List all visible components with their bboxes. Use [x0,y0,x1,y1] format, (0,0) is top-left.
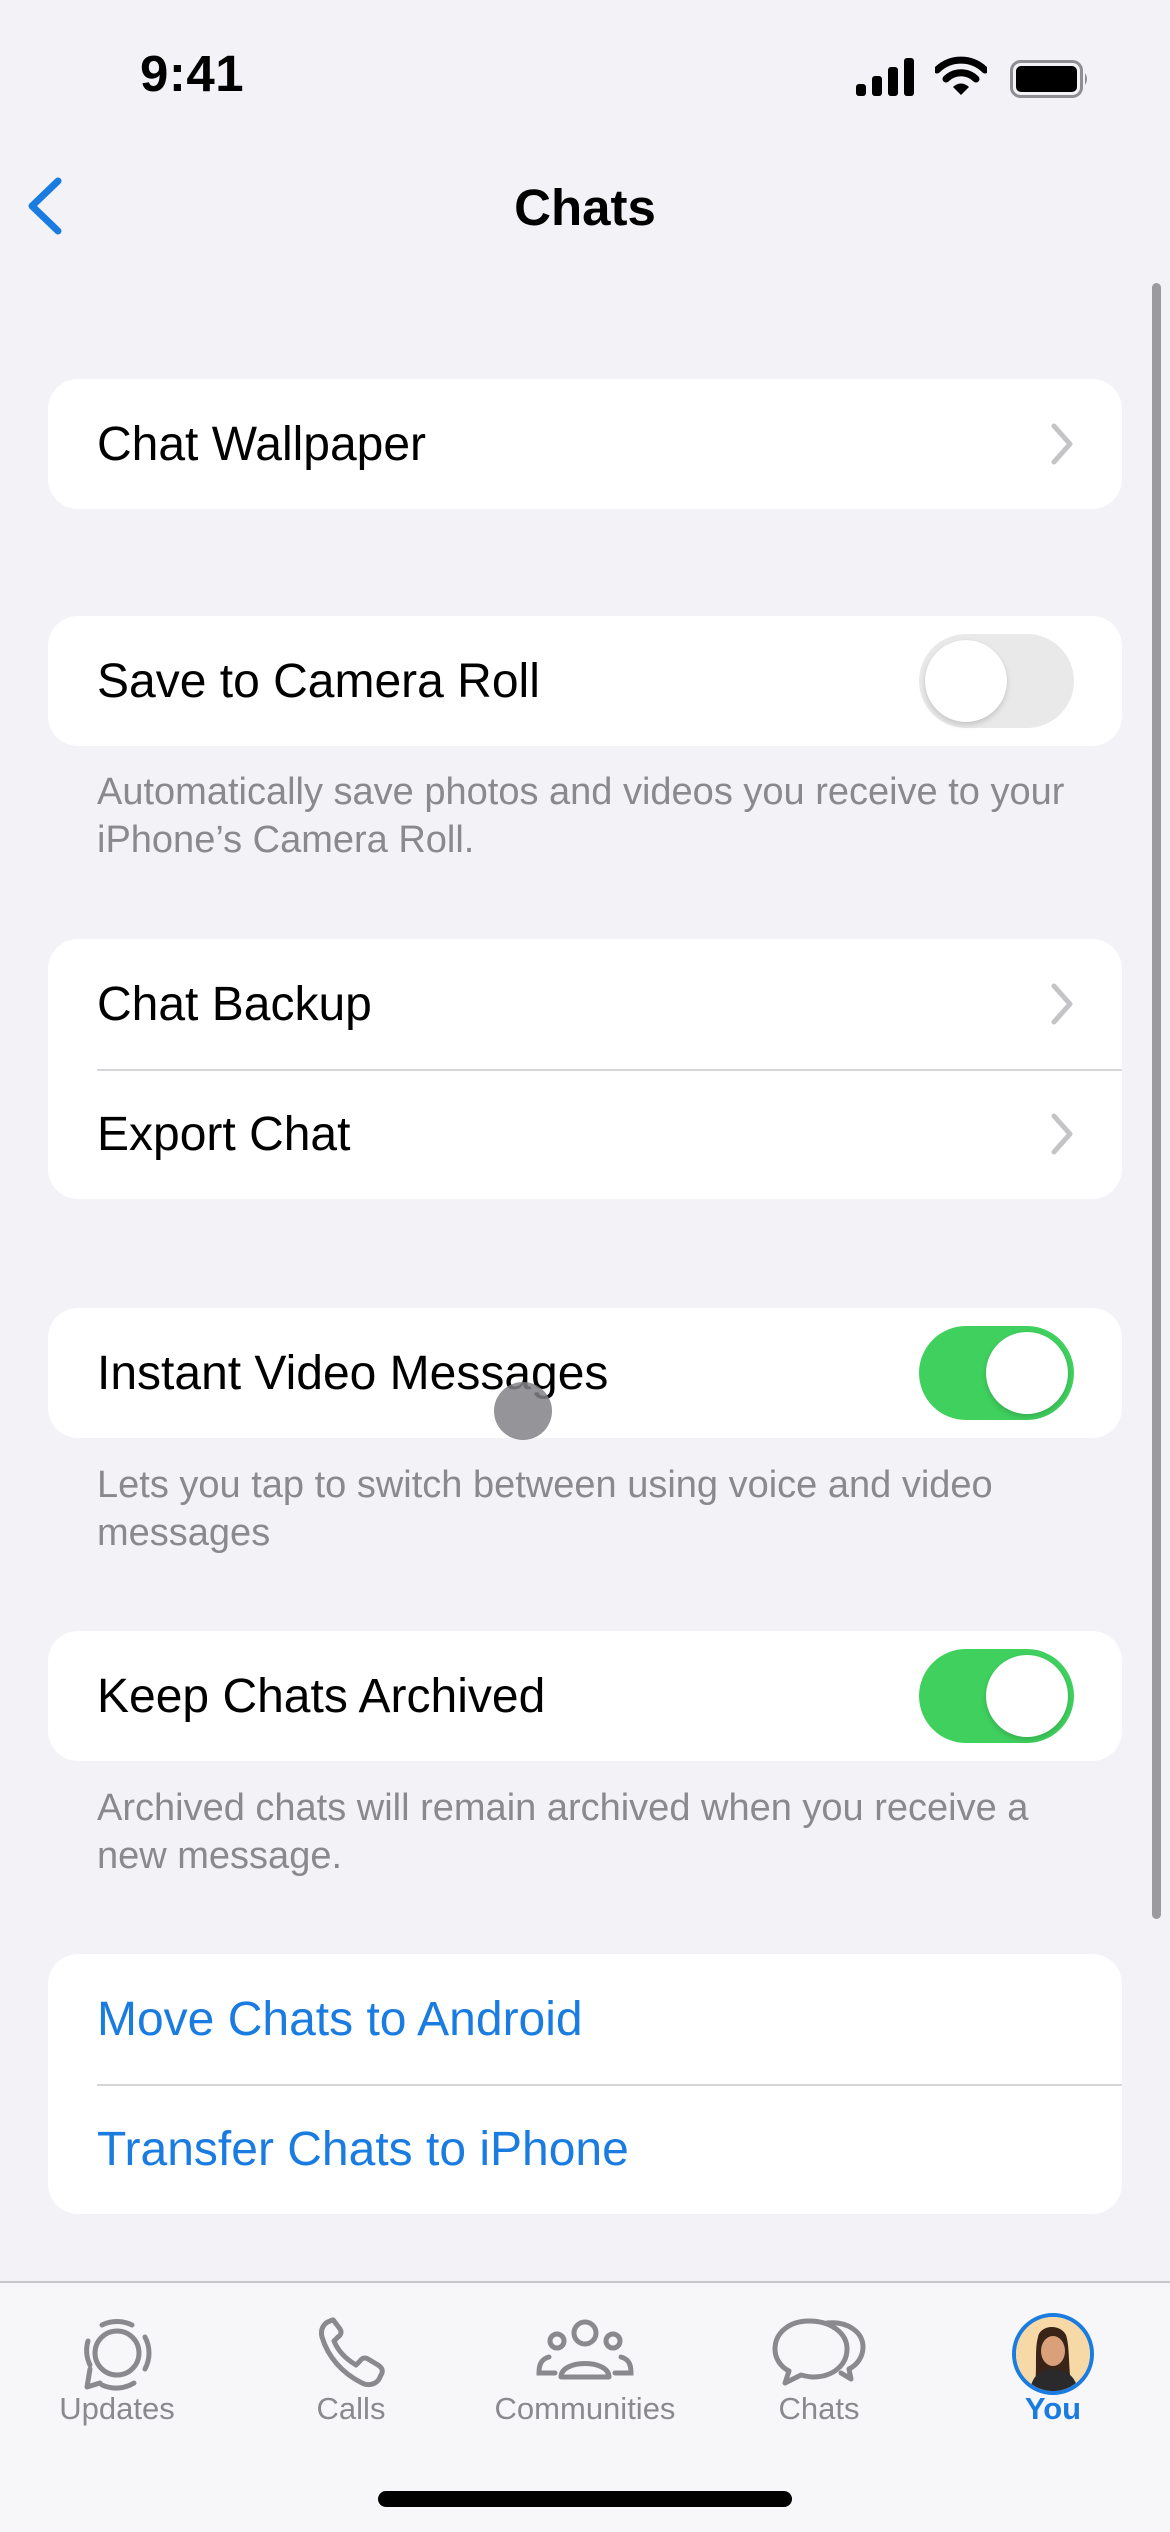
status-time: 9:41 [140,45,245,102]
communities-icon [536,2319,634,2380]
camera-roll-footer: Automatically save photos and videos you… [97,771,1065,861]
instant-video-footer: Lets you tap to switch between using voi… [97,1464,993,1554]
battery-icon [1010,60,1087,98]
tab-you-label: You [1024,2391,1082,2426]
export-chat-label: Export Chat [97,1107,351,1161]
tab-updates[interactable]: Updates [0,2283,234,2433]
toggle-knob [925,640,1007,722]
chevron-right-icon [1051,983,1073,1025]
tab-calls-label: Calls [316,2391,386,2426]
updates-icon [84,2319,152,2391]
page-title: Chats [514,179,656,236]
instant-video-messages-toggle[interactable] [919,1326,1074,1420]
chat-backup-label: Chat Backup [97,977,372,1031]
keep-archived-card: Keep Chats Archived [48,1631,1122,1761]
backup-card: Chat Backup Export Chat [48,939,1122,1199]
camera-roll-card: Save to Camera Roll [48,616,1122,746]
keep-archived-footer: Archived chats will remain archived when… [97,1787,1029,1877]
keep-chats-archived-row: Keep Chats Archived [48,1631,1122,1761]
transfer-chats-to-iphone-link[interactable]: Transfer Chats to iPhone [97,2122,629,2177]
chevron-right-icon [1051,1113,1073,1155]
tab-calls[interactable]: Calls [234,2283,468,2433]
save-to-camera-roll-label: Save to Camera Roll [97,654,540,708]
transfer-chats-to-iphone-row[interactable]: Transfer Chats to iPhone [48,2084,1122,2214]
avatar-image [1016,2317,1090,2391]
wifi-icon [935,56,987,95]
toggle-knob [986,1655,1068,1737]
chat-backup-row[interactable]: Chat Backup [48,939,1122,1069]
toggle-knob [986,1332,1068,1414]
chat-wallpaper-row[interactable]: Chat Wallpaper [48,379,1122,509]
touch-indicator [494,1382,552,1440]
keep-chats-archived-toggle[interactable] [919,1649,1074,1743]
tab-you[interactable]: You [936,2283,1170,2433]
tab-updates-label: Updates [59,2391,175,2426]
home-indicator[interactable] [378,2491,792,2507]
chat-wallpaper-label: Chat Wallpaper [97,417,427,471]
tab-chats-label: Chats [778,2391,860,2426]
move-chats-to-android-row[interactable]: Move Chats to Android [48,1954,1122,2084]
export-chat-row[interactable]: Export Chat [48,1069,1122,1199]
scrollbar[interactable] [1152,283,1161,1919]
tab-communities-label: Communities [494,2391,676,2426]
wallpaper-card: Chat Wallpaper [48,379,1122,509]
transfer-card: Move Chats to Android Transfer Chats to … [48,1954,1122,2214]
avatar [1012,2313,1094,2395]
keep-chats-archived-label: Keep Chats Archived [97,1669,546,1723]
save-to-camera-roll-toggle[interactable] [919,634,1074,728]
tab-communities[interactable]: Communities [468,2283,702,2433]
move-chats-to-android-link[interactable]: Move Chats to Android [97,1992,583,2047]
tab-chats[interactable]: Chats [702,2283,936,2433]
instant-video-messages-row: Instant Video Messages [48,1308,1122,1438]
instant-video-card: Instant Video Messages [48,1308,1122,1438]
save-to-camera-roll-row: Save to Camera Roll [48,616,1122,746]
phone-icon [319,2317,385,2388]
chevron-right-icon [1051,423,1073,465]
cellular-signal-icon [856,58,914,96]
chat-bubbles-icon [772,2318,866,2386]
